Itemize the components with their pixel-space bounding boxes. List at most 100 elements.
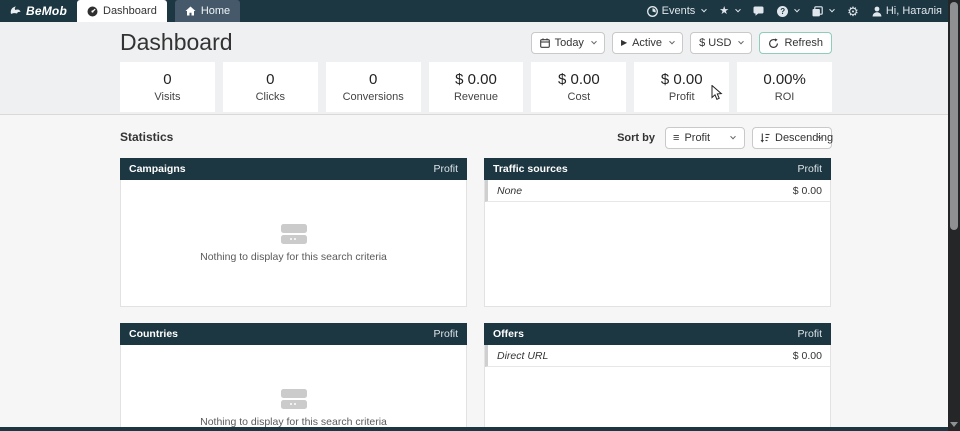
stat-label: Clicks — [256, 91, 285, 103]
stat-card-clicks: 0 Clicks — [223, 62, 318, 112]
panel-countries: Countries Profit Nothing to display for … — [120, 323, 467, 431]
navbar-right-cluster: Events ★ ? — [647, 0, 942, 22]
sort-field-dropdown[interactable]: ≡ Profit — [665, 127, 745, 149]
favorites-menu[interactable]: ★ — [719, 6, 740, 17]
panel-header: Campaigns Profit — [120, 158, 467, 180]
panel-header: Traffic sources Profit — [484, 158, 831, 180]
panel-body: None $ 0.00 — [484, 180, 831, 307]
list-icon: ≡ — [673, 133, 679, 144]
status-filter-button[interactable]: ▶ Active — [612, 32, 683, 54]
brand-logo[interactable]: BeMob — [0, 0, 77, 22]
sort-order-dropdown[interactable]: Descending — [752, 127, 832, 149]
sort-field-value: Profit — [684, 132, 710, 144]
stat-value: $ 0.00 — [558, 71, 600, 88]
stat-label: Cost — [568, 91, 591, 103]
settings-button[interactable]: ⚙ — [847, 5, 859, 18]
help-menu[interactable]: ? — [777, 6, 799, 17]
panel-campaigns: Campaigns Profit Nothing to display for … — [120, 158, 467, 307]
dashboard-header: Dashboard Today ▶ Active $ USD — [0, 22, 948, 115]
stat-label: Profit — [669, 91, 695, 103]
tab-dashboard[interactable]: Dashboard — [77, 0, 167, 22]
table-row[interactable]: None $ 0.00 — [485, 180, 830, 202]
user-menu[interactable]: Hi, Наталія — [872, 5, 942, 17]
panel-title: Traffic sources — [493, 163, 568, 175]
panel-metric-label: Profit — [797, 163, 822, 175]
vertical-scrollbar[interactable] — [948, 0, 960, 431]
chevron-down-icon — [701, 7, 707, 13]
statistics-title: Statistics — [120, 130, 173, 144]
currency-label: $ USD — [699, 37, 731, 49]
user-greeting: Hi, Наталія — [886, 5, 942, 17]
stat-card-visits: 0 Visits — [120, 62, 215, 112]
chevron-down-icon — [730, 134, 736, 140]
stats-summary-row: 0 Visits 0 Clicks 0 Conversions $ 0.00 R… — [120, 62, 832, 112]
row-value: $ 0.00 — [793, 350, 822, 362]
chevron-down-icon — [739, 39, 745, 45]
empty-state-text: Nothing to display for this search crite… — [200, 416, 387, 428]
date-range-button[interactable]: Today — [531, 32, 605, 54]
stat-card-roi: 0.00% ROI — [737, 62, 832, 112]
star-icon: ★ — [719, 6, 729, 17]
empty-database-icon — [281, 389, 307, 409]
calendar-icon — [540, 38, 550, 48]
header-controls: Today ▶ Active $ USD Refresh — [531, 32, 832, 54]
stat-label: Conversions — [343, 91, 404, 103]
chat-icon — [753, 6, 764, 16]
currency-button[interactable]: $ USD — [690, 32, 752, 54]
stat-card-profit: $ 0.00 Profit — [634, 62, 729, 112]
brand-name: BeMob — [26, 4, 67, 18]
stat-label: ROI — [775, 91, 795, 103]
panel-header: Countries Profit — [120, 323, 467, 345]
stat-value: $ 0.00 — [455, 71, 497, 88]
date-range-label: Today — [555, 37, 584, 49]
stat-value: 0.00% — [763, 71, 806, 88]
panel-metric-label: Profit — [433, 328, 458, 340]
status-filter-label: Active — [632, 37, 662, 49]
panel-title: Campaigns — [129, 163, 186, 175]
row-name: None — [497, 185, 522, 197]
stat-card-cost: $ 0.00 Cost — [531, 62, 626, 112]
play-icon: ▶ — [621, 39, 627, 47]
empty-state: Nothing to display for this search crite… — [121, 180, 466, 306]
row-value: $ 0.00 — [793, 185, 822, 197]
chevron-down-icon — [735, 7, 741, 13]
chevron-down-icon — [591, 39, 597, 45]
scrollbar-down-arrow[interactable] — [950, 422, 958, 427]
page-title: Dashboard — [120, 29, 233, 56]
panel-metric-label: Profit — [433, 163, 458, 175]
tab-dashboard-label: Dashboard — [103, 5, 157, 17]
events-menu[interactable]: Events — [647, 5, 707, 17]
table-row[interactable]: Direct URL $ 0.00 — [485, 345, 830, 367]
empty-state: Nothing to display for this search crite… — [121, 345, 466, 431]
empty-state-text: Nothing to display for this search crite… — [200, 251, 387, 263]
panel-offers: Offers Profit Direct URL $ 0.00 — [484, 323, 831, 431]
chevron-down-icon — [794, 7, 800, 13]
panel-traffic-sources: Traffic sources Profit None $ 0.00 — [484, 158, 831, 307]
stat-value: 0 — [266, 71, 274, 88]
gear-icon: ⚙ — [847, 5, 859, 18]
panels-grid: Campaigns Profit Nothing to display for … — [120, 158, 831, 431]
refresh-label: Refresh — [784, 37, 823, 49]
statistics-section: Statistics Sort by ≡ Profit Descending — [0, 116, 948, 431]
panel-body: Nothing to display for this search crite… — [120, 345, 467, 431]
panel-body: Nothing to display for this search crite… — [120, 180, 467, 307]
chevron-down-icon — [829, 7, 835, 13]
refresh-button[interactable]: Refresh — [759, 32, 832, 54]
scrollbar-thumb[interactable] — [950, 2, 958, 230]
sort-by-label: Sort by — [617, 132, 655, 144]
stat-label: Revenue — [454, 91, 498, 103]
pages-menu[interactable] — [812, 6, 834, 17]
tab-home[interactable]: Home — [175, 0, 240, 22]
panel-body: Direct URL $ 0.00 — [484, 345, 831, 431]
chat-button[interactable] — [753, 6, 764, 16]
footer-bar — [0, 427, 948, 431]
row-name: Direct URL — [497, 350, 548, 362]
home-icon — [185, 6, 196, 16]
tab-home-label: Home — [201, 5, 230, 17]
chevron-down-icon — [669, 39, 675, 45]
sort-controls: Sort by ≡ Profit Descending — [617, 127, 832, 149]
bemob-logo-icon — [9, 5, 22, 18]
panel-title: Countries — [129, 328, 178, 340]
layers-icon — [812, 6, 823, 17]
stat-value: 0 — [163, 71, 171, 88]
